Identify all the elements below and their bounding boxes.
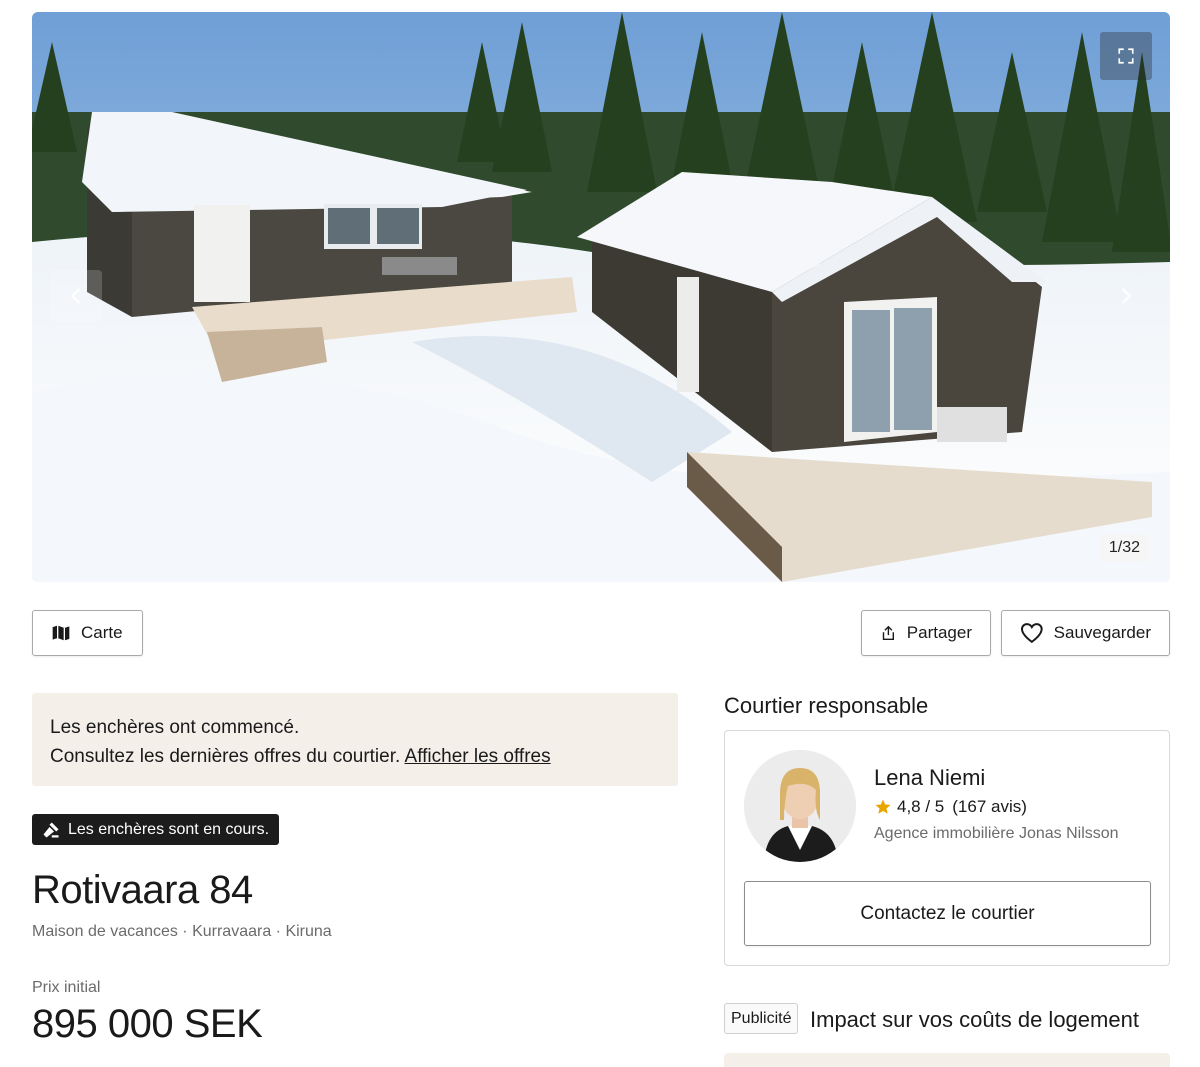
save-button-label: Sauvegarder bbox=[1053, 623, 1151, 642]
star-icon bbox=[875, 799, 891, 814]
photo-counter: 1/32 bbox=[1098, 534, 1150, 562]
listing-title: Rotivaara 84 bbox=[32, 868, 253, 912]
share-button-label: Partager bbox=[906, 623, 972, 642]
agent-section-heading: Courtier responsable bbox=[724, 693, 929, 718]
fullscreen-button[interactable] bbox=[1100, 32, 1152, 80]
agent-card: Lena Niemi 4,8 / 5 (167 avis) Agence imm… bbox=[724, 730, 1170, 966]
price-value: 895 000 SEK bbox=[32, 1002, 263, 1046]
ad-panel bbox=[724, 1053, 1170, 1067]
heart-icon bbox=[1020, 623, 1043, 644]
listing-photo[interactable] bbox=[32, 12, 1170, 582]
agent-review-count: (167 avis) bbox=[952, 797, 1027, 816]
bidding-banner: Les enchères ont commencé. Consultez les… bbox=[32, 693, 678, 786]
contact-agent-button[interactable]: Contactez le courtier bbox=[744, 881, 1151, 946]
agent-rating: 4,8 / 5 (167 avis) bbox=[874, 797, 1027, 817]
show-offers-link[interactable]: Afficher les offres bbox=[405, 746, 551, 767]
bidding-status-text: Les enchères sont en cours. bbox=[68, 820, 270, 838]
map-button[interactable]: Carte bbox=[32, 610, 143, 656]
agent-agency[interactable]: Agence immobilière Jonas Nilsson bbox=[874, 825, 1119, 843]
map-icon bbox=[52, 625, 70, 641]
ad-badge: Publicité bbox=[724, 1003, 799, 1034]
chevron-left-icon bbox=[71, 288, 80, 304]
listing-subtitle: Maison de vacances · Kurravaara · Kiruna bbox=[32, 923, 332, 940]
bidding-banner-line2: Consultez les dernières offres du courti… bbox=[50, 742, 660, 771]
fullscreen-icon bbox=[1118, 48, 1134, 64]
gallery-next-button[interactable] bbox=[1100, 270, 1152, 322]
photo-gallery[interactable]: 1/32 bbox=[32, 12, 1170, 582]
chevron-right-icon bbox=[1122, 288, 1131, 304]
share-button[interactable]: Partager bbox=[861, 610, 991, 656]
ad-title: Impact sur vos coûts de logement bbox=[810, 1007, 1139, 1032]
gallery-prev-button[interactable] bbox=[50, 270, 102, 322]
share-icon bbox=[882, 625, 894, 640]
agent-name[interactable]: Lena Niemi bbox=[874, 765, 985, 791]
bidding-banner-line1: Les enchères ont commencé. bbox=[50, 717, 300, 738]
agent-avatar bbox=[744, 750, 856, 862]
map-button-label: Carte bbox=[81, 623, 123, 642]
agent-rating-value: 4,8 / 5 bbox=[897, 797, 945, 816]
price-label: Prix initial bbox=[32, 979, 101, 996]
gavel-icon bbox=[43, 822, 59, 837]
bidding-banner-text: Consultez les dernières offres du courti… bbox=[50, 746, 401, 767]
save-button[interactable]: Sauvegarder bbox=[1001, 610, 1170, 656]
bidding-status-badge: Les enchères sont en cours. bbox=[32, 814, 280, 845]
